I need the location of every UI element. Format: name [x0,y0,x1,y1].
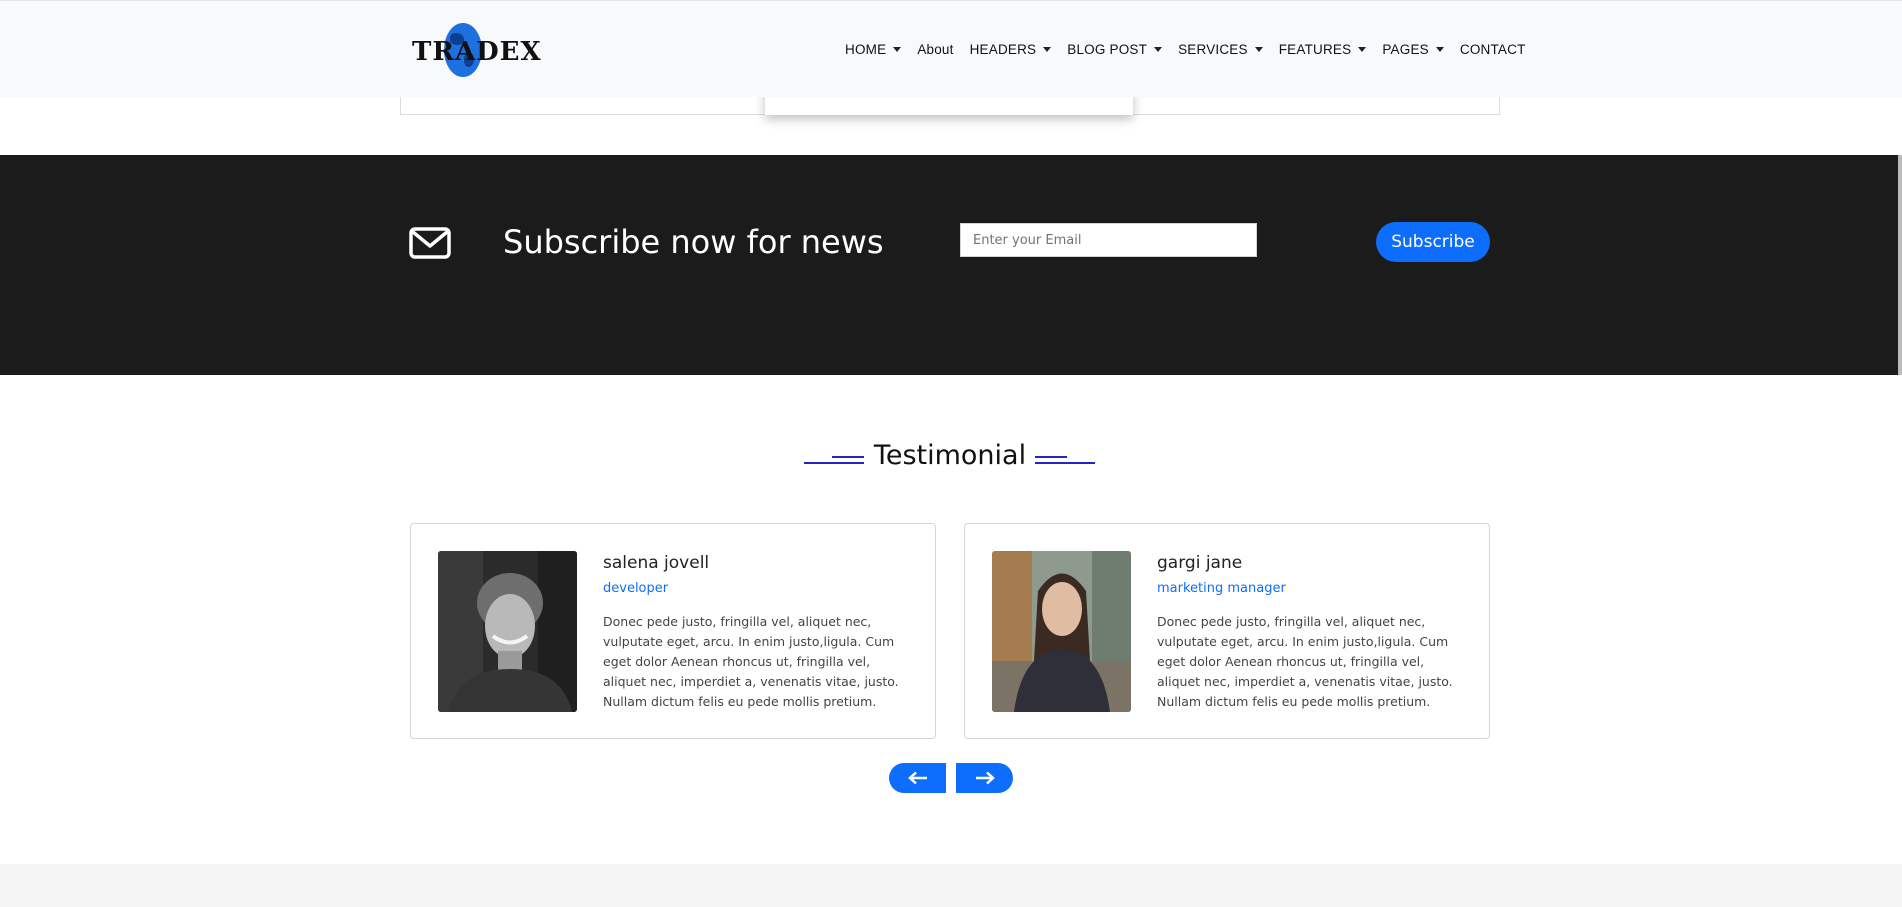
avatar [438,551,577,712]
nav-item-services[interactable]: SERVICES [1178,42,1263,57]
arrow-right-icon [975,771,995,785]
testimonial-card: gargi jane marketing manager Donec pede … [964,523,1490,739]
testimonial-name: gargi jane [1157,553,1243,573]
logo[interactable]: TRADEX [412,23,541,77]
testimonial-name: salena jovell [603,553,710,573]
section-title: Testimonial [873,440,1027,471]
avatar [992,551,1131,712]
main-nav: HOME About HEADERS BLOG POST SERVICES FE… [845,42,1542,57]
nav-item-pages[interactable]: PAGES [1382,42,1444,57]
heading-decoration-right [1035,452,1095,472]
nav-label: PAGES [1382,42,1429,57]
carousel-controls [889,763,1013,793]
logo-text: TRADEX [412,37,542,67]
subscribe-button[interactable]: Subscribe [1376,222,1490,262]
page: TRADEX HOME About HEADERS BLOG POST SERV… [0,0,1902,907]
arrow-left-icon [907,771,927,785]
testimonial-heading: Testimonial [0,440,1900,471]
email-input[interactable] [960,223,1257,257]
nav-label: FEATURES [1278,42,1352,57]
testimonial-text: Donec pede justo, fringilla vel, aliquet… [1157,614,1453,709]
caret-down-icon [1154,47,1163,52]
nav-label: HEADERS [969,42,1037,57]
caret-down-icon [893,47,902,52]
nav-label: About [917,42,954,57]
next-button[interactable] [956,763,1013,793]
testimonial-role: developer [603,581,669,596]
nav-item-headers[interactable]: HEADERS [970,42,1052,57]
navbar: TRADEX HOME About HEADERS BLOG POST SERV… [0,0,1902,97]
testimonial-card: salena jovell developer Donec pede justo… [410,523,936,739]
caret-down-icon [1358,47,1367,52]
nav-item-contact[interactable]: CONTACT [1460,42,1526,57]
testimonial-role: marketing manager [1157,581,1286,596]
prev-button[interactable] [889,763,946,793]
nav-label: HOME [845,42,887,57]
subscribe-title: Subscribe now for news [503,223,884,261]
subscribe-section: Subscribe now for news Subscribe [0,155,1898,375]
footer-strip [0,864,1902,907]
nav-label: SERVICES [1178,42,1248,57]
caret-down-icon [1254,47,1263,52]
testimonial-text: Donec pede justo, fringilla vel, aliquet… [603,614,899,709]
caret-down-icon [1043,47,1052,52]
caret-down-icon [1435,47,1444,52]
nav-item-about[interactable]: About [917,42,953,57]
heading-decoration-left [804,452,864,472]
nav-label: BLOG POST [1067,42,1148,57]
nav-label: CONTACT [1459,42,1526,57]
nav-item-features[interactable]: FEATURES [1279,42,1367,57]
nav-item-home[interactable]: HOME [845,42,902,57]
envelope-icon [409,227,451,259]
scrollbar[interactable] [1898,155,1902,375]
nav-item-blog-post[interactable]: BLOG POST [1067,42,1163,57]
